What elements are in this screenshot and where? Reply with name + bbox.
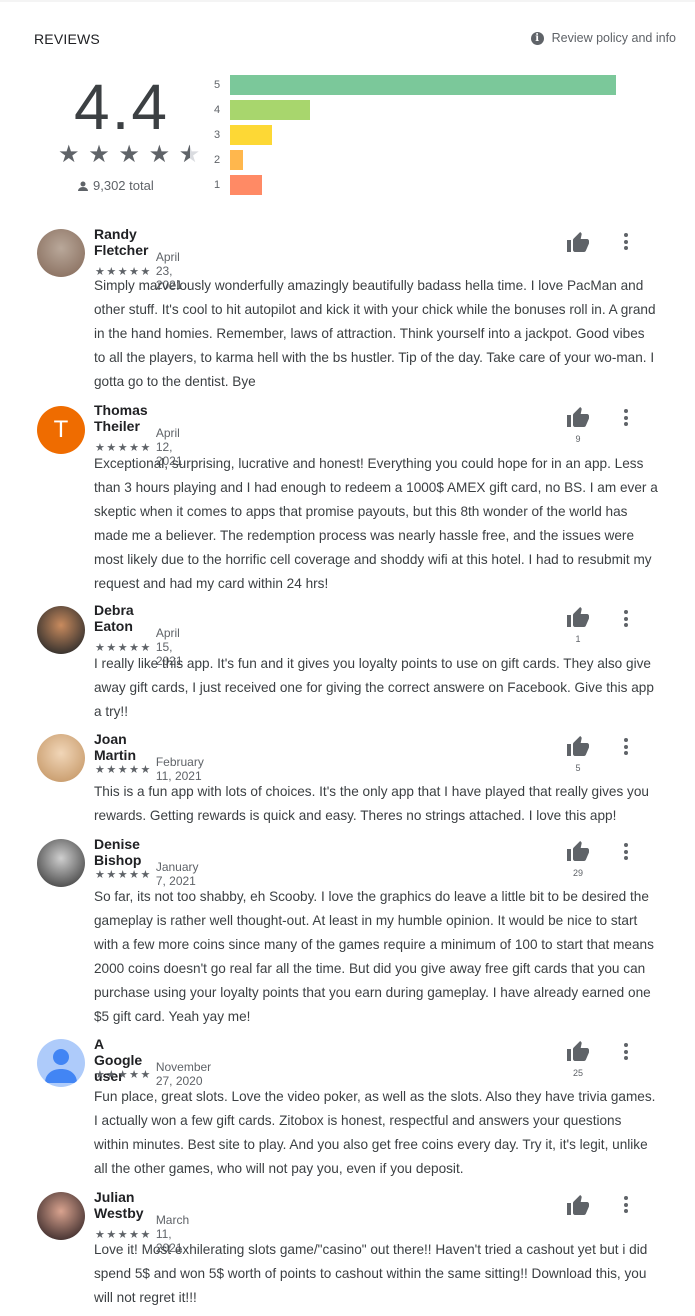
rating-bar-row: 1 [214, 172, 634, 197]
star-icon: ★ [148, 141, 172, 168]
review-text: Fun place, great slots. Love the video p… [94, 1089, 656, 1176]
more-options-icon[interactable] [623, 738, 629, 758]
section-title: REVIEWS [34, 31, 100, 47]
rating-bar-label: 5 [214, 78, 221, 91]
menu-dot [624, 1049, 628, 1054]
menu-dot [624, 610, 628, 614]
thumbs-up-icon[interactable] [566, 1040, 590, 1064]
rating-distribution: 5 4 3 2 1 [214, 72, 634, 197]
review-rating-date: ★★★★★ November 27, 2020 [95, 1060, 211, 1088]
top-divider [0, 0, 695, 2]
rating-bar-fill [230, 149, 243, 170]
menu-dot [624, 1043, 628, 1047]
menu-dot [624, 1209, 628, 1213]
info-icon: i [530, 31, 544, 45]
menu-dot [624, 246, 628, 250]
menu-dot [624, 623, 628, 627]
thumbs-up-icon[interactable] [566, 735, 590, 759]
rating-bar-fill [230, 174, 262, 195]
thumbs-up-icon[interactable] [566, 1194, 590, 1218]
menu-dot [624, 239, 628, 244]
more-options-icon[interactable] [623, 610, 629, 630]
total-ratings-label: 9,302 total [93, 178, 154, 193]
star-icon: ★ [118, 141, 141, 168]
helpful-count: 29 [572, 868, 583, 878]
reviewer-avatar [37, 1039, 85, 1087]
review-rating-date: ★★★★★ February 11, 2021 [95, 755, 204, 783]
menu-dot [624, 233, 628, 237]
reviewer-avatar [37, 1192, 85, 1240]
total-ratings: 9,302 total [77, 178, 154, 193]
star-icon: ★ [58, 141, 81, 168]
helpful-count: 5 [575, 763, 581, 773]
review-policy-link[interactable]: i Review policy and info [530, 31, 676, 45]
thumbs-up-icon[interactable] [566, 231, 590, 255]
more-options-icon[interactable] [623, 409, 629, 429]
rating-bar-row: 5 [214, 72, 634, 97]
star-icon: ★ [88, 141, 111, 168]
reviewer-avatar [37, 734, 85, 782]
menu-dot [624, 751, 628, 755]
rating-bar-row: 3 [214, 122, 634, 147]
rating-bar-fill [230, 74, 616, 95]
review-date: January 7, 2021 [155, 860, 199, 888]
menu-dot [624, 744, 628, 749]
thumbs-up-icon[interactable] [566, 406, 590, 430]
menu-dot [624, 1196, 628, 1200]
average-rating: 4.4 [74, 71, 169, 143]
rating-bar-label: 3 [214, 128, 221, 141]
thumbs-up-icon[interactable] [566, 840, 590, 864]
review-text: Love it! Most exhilerating slots game/"c… [94, 1242, 648, 1305]
more-options-icon[interactable] [623, 1196, 629, 1216]
menu-dot [624, 849, 628, 854]
review-text: So far, its not too shabby, eh Scooby. I… [94, 889, 654, 1024]
menu-dot [624, 843, 628, 847]
helpful-count: 9 [575, 434, 581, 444]
helpful-count: 1 [575, 634, 581, 644]
person-icon [78, 181, 88, 191]
menu-dot [624, 409, 628, 413]
review-stars: ★★★★★ [95, 1068, 152, 1081]
menu-dot [624, 738, 628, 742]
menu-dot [624, 616, 628, 621]
reviewer-avatar [37, 229, 85, 277]
review-rating-date: ★★★★★ January 7, 2021 [95, 860, 199, 888]
rating-bar-row: 2 [214, 147, 634, 172]
rating-bar-fill [230, 124, 272, 145]
menu-dot [624, 1202, 628, 1207]
reviewer-avatar: T [37, 406, 85, 454]
reviewer-avatar [37, 839, 85, 887]
rating-bar-row: 4 [214, 97, 634, 122]
more-options-icon[interactable] [623, 233, 629, 253]
more-options-icon[interactable] [623, 843, 629, 863]
rating-bar-fill [230, 99, 310, 120]
reviewer-avatar [37, 606, 85, 654]
average-rating-stars: ★ ★ ★ ★ ★ [58, 140, 201, 169]
menu-dot [624, 415, 628, 420]
avatar-letter: T [53, 416, 69, 443]
review-date: November 27, 2020 [155, 1060, 212, 1088]
menu-dot [624, 856, 628, 860]
thumbs-up-icon[interactable] [566, 606, 590, 630]
rating-bar-label: 4 [214, 103, 221, 116]
more-options-icon[interactable] [623, 1043, 629, 1063]
helpful-count: 25 [572, 1068, 583, 1078]
review-date: February 11, 2021 [155, 755, 204, 783]
review-text: Simply marvelously wonderfully amazingly… [94, 278, 656, 389]
review-text: Exceptional, surprising, lucrative and h… [94, 456, 658, 591]
menu-dot [624, 1056, 628, 1060]
review-stars: ★★★★★ [95, 868, 152, 881]
review-stars: ★★★★★ [95, 763, 152, 776]
menu-dot [624, 422, 628, 426]
review-policy-label: Review policy and info [551, 31, 676, 45]
default-user-icon [45, 1049, 77, 1083]
half-star-icon: ★ [179, 140, 202, 169]
review-text: This is a fun app with lots of choices. … [94, 784, 649, 823]
rating-bar-label: 1 [214, 178, 221, 191]
rating-bar-label: 2 [214, 153, 221, 166]
review-text: I really like this app. It's fun and it … [94, 656, 654, 719]
